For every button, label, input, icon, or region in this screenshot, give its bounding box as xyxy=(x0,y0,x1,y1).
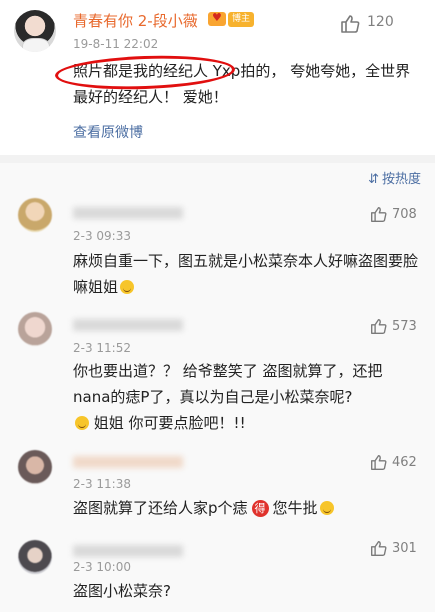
comment-text: 你也要出道？？ 给爷整笑了 盗图就算了，还把nana的痣P了，真以为自己是小松菜… xyxy=(73,358,418,436)
sort-label: 按热度 xyxy=(381,172,421,187)
commenter-name-blurred[interactable] xyxy=(73,207,183,219)
comment-body: 你也要出道？？ 给爷整笑了 盗图就算了，还把nana的痣P了，真以为自己是小松菜… xyxy=(73,362,383,406)
commenter-avatar[interactable] xyxy=(18,312,52,346)
comment-like-count: 708 xyxy=(392,207,417,222)
sort-by-heat-button[interactable]: ⇵ 按热度 xyxy=(368,168,421,187)
sort-icon: ⇵ xyxy=(368,172,379,187)
comment-body-continued: 您牛批 xyxy=(272,499,318,517)
original-post: 青春有你 2-段小薇 博主 120 19-8-11 22:02 照片都是我的经纪… xyxy=(0,0,435,155)
comment-like-count: 301 xyxy=(392,541,417,556)
thumbs-up-icon[interactable] xyxy=(370,454,387,471)
blogger-badge: 博主 xyxy=(228,12,254,27)
comment-like-count: 462 xyxy=(392,455,417,470)
comment-timestamp: 2-3 11:38 xyxy=(73,477,131,491)
section-divider xyxy=(0,155,435,163)
view-original-link[interactable]: 查看原微博 xyxy=(73,122,143,142)
comment-body: 盗图小松菜奈? xyxy=(73,582,171,600)
commenter-name-blurred[interactable] xyxy=(73,319,183,331)
smile-emoji-icon xyxy=(120,280,135,294)
thumbs-up-icon[interactable] xyxy=(370,318,387,335)
commenter-avatar[interactable] xyxy=(18,450,52,484)
comment-timestamp: 2-3 09:33 xyxy=(73,229,131,243)
de-emoji-icon: 得 xyxy=(251,500,269,517)
commenter-name-blurred[interactable] xyxy=(73,545,183,557)
comment-text: 麻烦自重一下，图五就是小松菜奈本人好嘛盗图要脸嘛姐姐 xyxy=(73,248,418,300)
thumbs-up-icon[interactable] xyxy=(370,206,387,223)
comment-body-continued: 姐姐 你可要点脸吧！!! xyxy=(93,414,246,432)
vip-heart-icon xyxy=(208,11,226,26)
commenter-name-blurred[interactable] xyxy=(73,456,183,468)
commenter-avatar[interactable] xyxy=(18,198,52,232)
author-name[interactable]: 青春有你 2-段小薇 xyxy=(73,10,198,31)
smile-emoji-icon xyxy=(75,416,89,430)
comment-body: 盗图就算了还给人家p个痣 xyxy=(73,499,248,517)
post-timestamp: 19-8-11 22:02 xyxy=(73,37,159,51)
comment-like-count: 573 xyxy=(392,319,417,334)
comment-text: 盗图小松菜奈? xyxy=(73,578,418,604)
comment-timestamp: 2-3 11:52 xyxy=(73,341,131,355)
comment-text: 盗图就算了还给人家p个痣得您牛批 xyxy=(73,495,418,521)
thumbs-up-icon[interactable] xyxy=(370,540,387,557)
author-avatar[interactable] xyxy=(14,10,56,52)
comment-timestamp: 2-3 10:00 xyxy=(73,560,131,574)
smile-emoji-icon xyxy=(319,501,334,515)
thumbs-up-icon[interactable] xyxy=(340,14,360,34)
post-like-count: 120 xyxy=(367,14,394,30)
commenter-avatar[interactable] xyxy=(18,540,52,574)
